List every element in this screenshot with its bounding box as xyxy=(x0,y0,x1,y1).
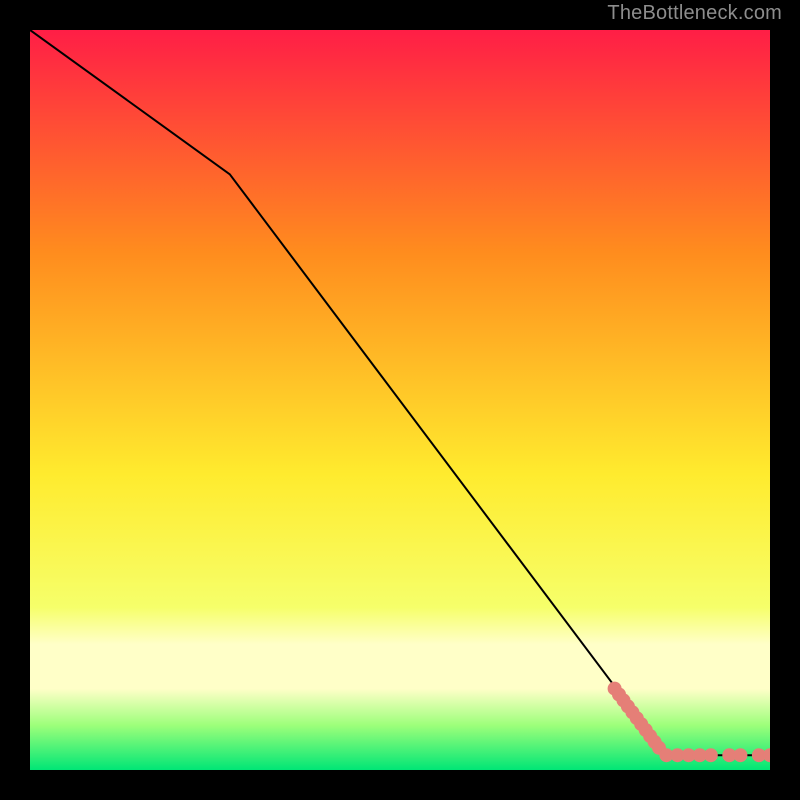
chart-svg xyxy=(30,30,770,770)
data-marker xyxy=(733,748,747,762)
chart-container: TheBottleneck.com xyxy=(0,0,800,800)
data-marker xyxy=(704,748,718,762)
attribution-label: TheBottleneck.com xyxy=(607,2,782,25)
plot-area xyxy=(30,30,770,770)
